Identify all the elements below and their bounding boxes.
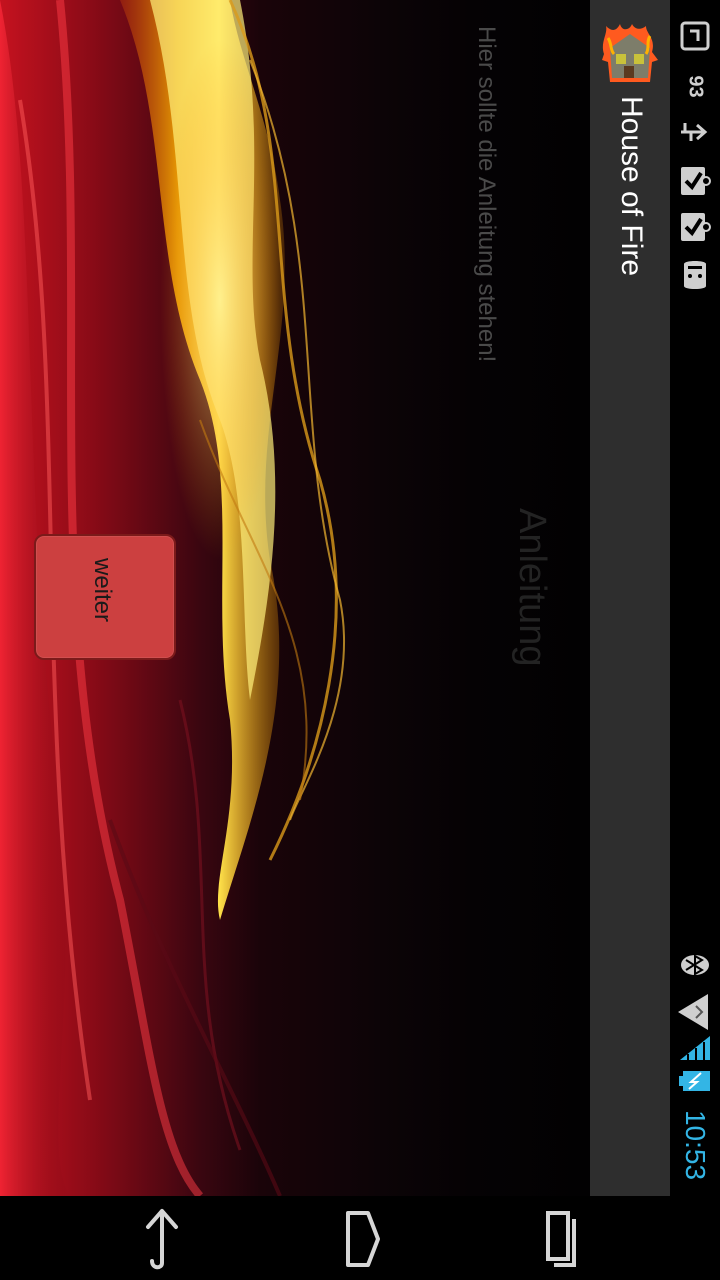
android-icon bbox=[678, 256, 712, 294]
usb-icon bbox=[678, 116, 712, 148]
notification-icon bbox=[678, 18, 712, 54]
weiter-button-label[interactable]: weiter bbox=[88, 558, 116, 622]
check-icon bbox=[678, 162, 712, 200]
back-icon[interactable] bbox=[122, 1204, 202, 1274]
battery-percent-label: 93 bbox=[684, 74, 707, 98]
app-title: House of Fire bbox=[615, 96, 648, 277]
bluetooth-icon bbox=[678, 950, 712, 980]
battery-charging-icon bbox=[678, 1066, 712, 1096]
signal-icon bbox=[678, 1034, 712, 1062]
action-bar: House of Fire bbox=[590, 0, 670, 1196]
section-title: Anleitung bbox=[511, 508, 553, 667]
home-icon[interactable] bbox=[322, 1204, 402, 1274]
house-on-fire-logo[interactable] bbox=[600, 24, 658, 88]
recents-icon[interactable] bbox=[522, 1204, 602, 1274]
status-bar: 93 10:53 bbox=[670, 0, 720, 1196]
check-icon bbox=[678, 208, 712, 246]
navigation-bar bbox=[0, 1196, 720, 1280]
screen: Hier sollte die Anleitung stehen! Anleit… bbox=[0, 0, 720, 1280]
status-clock: 10:53 bbox=[680, 1109, 712, 1181]
wifi-icon bbox=[678, 990, 712, 1034]
instructions-text: Hier sollte die Anleitung stehen! bbox=[473, 26, 500, 363]
